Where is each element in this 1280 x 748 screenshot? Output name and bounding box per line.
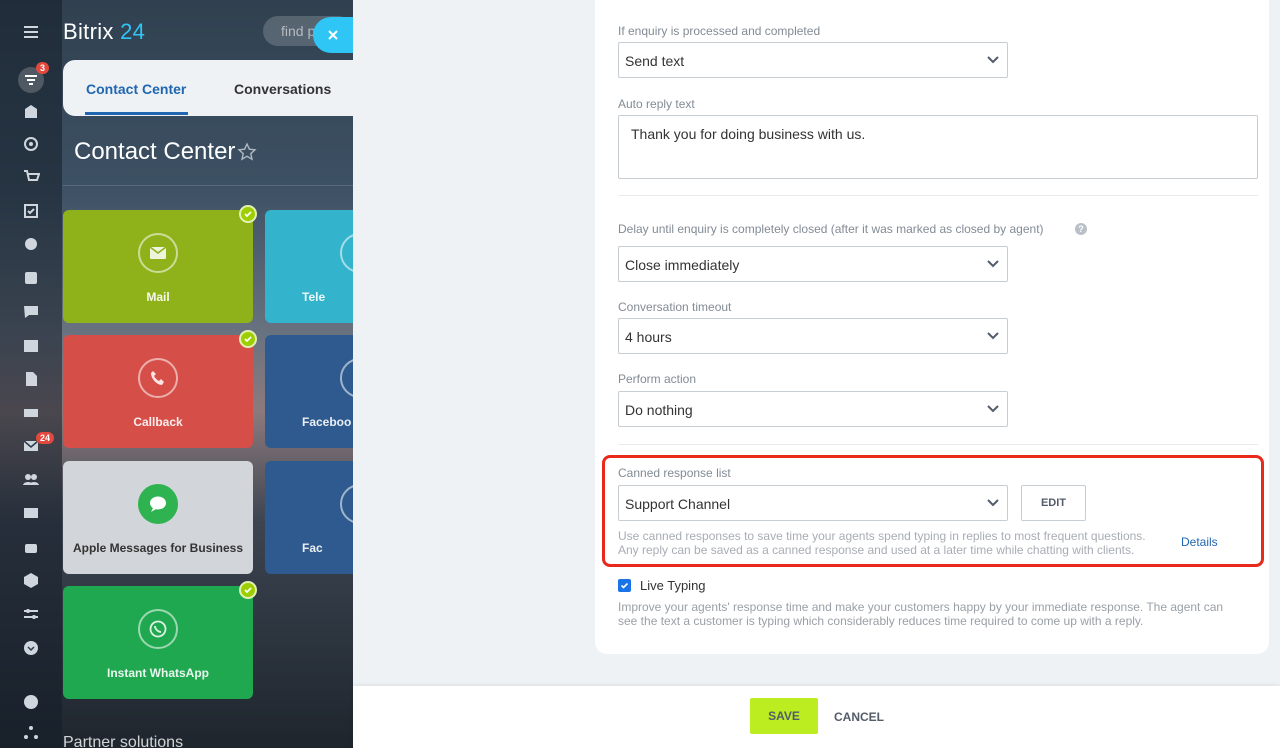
whatsapp-icon [138,609,178,649]
robot-icon[interactable] [21,537,41,557]
drive-icon[interactable] [21,402,41,422]
action-select[interactable]: Do nothing [618,391,1008,427]
timeout-select[interactable]: 4 hours [618,318,1008,354]
divider [63,185,353,186]
menu-icon[interactable] [21,22,41,42]
file-icon[interactable] [21,369,41,389]
employees-icon[interactable] [21,469,41,489]
documents-icon[interactable] [21,268,41,288]
help-icon[interactable]: ? [1075,223,1087,235]
action-label: Perform action [618,372,697,386]
chevron-down-icon [987,260,999,268]
feed-badge: 3 [36,62,50,74]
id-card-icon[interactable] [21,503,41,523]
logo-number: 24 [120,19,146,44]
processed-label: If enquiry is processed and completed [618,24,821,38]
live-typing-checkbox[interactable] [618,579,631,592]
tile-label: Callback [133,415,183,429]
live-hint-line-1: Improve your agents' response time and m… [618,600,1224,614]
processed-select[interactable]: Send text [618,42,1008,78]
chevron-down-icon [987,332,999,340]
tab-contact-center[interactable]: Contact Center [86,81,186,97]
help-icon[interactable] [21,692,41,712]
cancel-button[interactable]: CANCEL [834,710,884,724]
delay-label: Delay until enquiry is completely closed… [618,222,1044,236]
building-icon[interactable] [21,101,41,121]
tile-telegram[interactable]: Tele [265,210,380,323]
cart-icon[interactable] [21,167,41,187]
left-rail: 3 24 [0,0,62,748]
tile-label: Instant WhatsApp [107,666,209,680]
tile-mail[interactable]: Mail [63,205,257,323]
divider [618,444,1258,445]
connected-check-icon [239,581,257,599]
favorite-star-icon[interactable] [237,142,257,162]
tile-facebook[interactable]: Faceboo [265,335,380,448]
highlight-frame [602,455,1264,567]
logo-text: Bitrix [63,19,114,44]
tile-label: Apple Messages for Business [72,541,244,555]
footer-bar: SAVE CANCEL [353,686,1280,748]
tile-apple-messages[interactable]: Apple Messages for Business [63,461,253,574]
checkmark-icon [620,582,629,589]
more-icon[interactable] [21,638,41,658]
active-tab-underline [85,112,188,115]
processed-value: Send text [625,53,685,69]
tab-conversations[interactable]: Conversations [234,81,331,97]
connected-check-icon [239,330,257,348]
tasks-icon[interactable] [21,201,41,221]
timeout-value: 4 hours [625,329,672,345]
connected-check-icon [239,205,257,223]
delay-value: Close immediately [625,257,740,273]
calendar-icon[interactable] [21,335,41,355]
phone-icon [138,358,178,398]
timeout-label: Conversation timeout [618,300,732,314]
close-icon [328,30,338,40]
settings-sliders-icon[interactable] [21,604,41,624]
target-icon[interactable] [21,134,41,154]
top-tabs: Contact Center Conversations [63,60,353,116]
action-value: Do nothing [625,402,693,418]
settings-slider: If enquiry is processed and completed Se… [353,0,1280,748]
apple-messages-icon [138,484,178,524]
autoreply-textarea[interactable]: Thank you for doing business with us. [618,115,1258,179]
form-card: If enquiry is processed and completed Se… [595,0,1269,654]
tile-instant-whatsapp[interactable]: Instant WhatsApp [63,581,257,699]
tile-label: Mail [146,290,170,304]
close-slider-button[interactable] [313,17,353,53]
delay-select[interactable]: Close immediately [618,246,1008,282]
tile-callback[interactable]: Callback [63,330,257,448]
save-button[interactable]: SAVE [750,698,818,734]
divider [618,195,1258,196]
mail-icon [138,233,178,273]
mail-badge: 24 [36,432,55,444]
chevron-down-icon [987,56,999,64]
page-title: Contact Center [74,138,236,165]
contact-center-icon[interactable] [21,234,41,254]
partner-solutions-heading: Partner solutions [63,734,184,748]
live-typing-label[interactable]: Live Typing [640,578,706,593]
box-icon[interactable] [21,570,41,590]
bitrix-logo[interactable]: Bitrix 24 [63,19,145,45]
tile-facebook-comments[interactable]: Fac [265,461,380,574]
chevron-down-icon [987,405,999,413]
chat-icon[interactable] [21,302,41,322]
live-hint-line-2: see the text a customer is typing which … [618,614,1144,628]
autoreply-label: Auto reply text [618,97,695,111]
sitemap-icon[interactable] [21,722,41,742]
